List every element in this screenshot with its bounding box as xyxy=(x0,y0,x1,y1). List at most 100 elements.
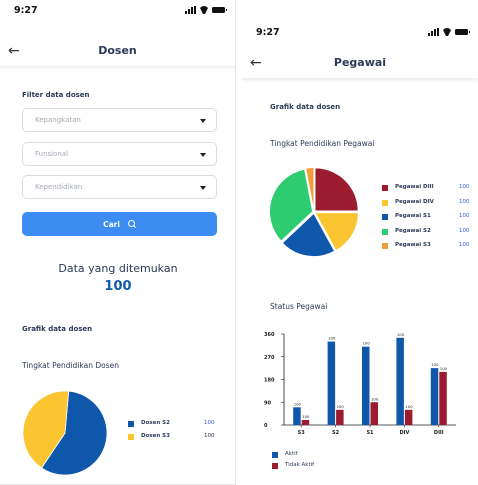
status-icons xyxy=(185,6,227,14)
legend-item: Dosen S2 100 xyxy=(128,420,218,428)
battery-icon xyxy=(212,7,227,13)
bar-aktif-diii xyxy=(430,368,439,425)
bar-data-label: 100 xyxy=(431,362,439,367)
status-time: 9:27 xyxy=(256,27,280,38)
bar-data-label: 100 xyxy=(397,332,405,337)
kependidikan-select[interactable]: Kependidikan xyxy=(22,175,217,199)
legend-label: Tidak Aktif xyxy=(285,462,315,468)
fungsional-select[interactable]: Funsional xyxy=(22,142,217,166)
bar-aktif-s3 xyxy=(293,407,301,425)
legend-value: 100 xyxy=(459,184,470,190)
bar-data-label: 100 xyxy=(371,396,379,401)
x-tick-label: S3 xyxy=(298,430,306,436)
x-tick-label: S1 xyxy=(366,430,374,436)
bar-tidak-aktif-diii xyxy=(439,371,447,425)
y-tick-label: 90 xyxy=(264,400,271,406)
bar-data-label: 100 xyxy=(440,366,448,371)
pegawai-screen: 9:27 ← Pegawai Grafik data dosen Tingkat… xyxy=(242,0,478,485)
page-title: Dosen xyxy=(98,44,137,57)
status-bar: 9:27 xyxy=(242,22,478,44)
legend-value: 100 xyxy=(204,433,215,439)
legend-swatch xyxy=(382,214,388,220)
chart-heading: Grafik data dosen xyxy=(270,103,341,111)
legend-swatch xyxy=(128,421,134,427)
bar-data-label: 100 xyxy=(294,401,302,406)
search-button-label: Cari xyxy=(103,219,120,229)
bar-aktif-div xyxy=(396,337,404,425)
legend-swatch xyxy=(272,463,278,469)
page-title: Pegawai xyxy=(333,56,387,69)
status-bar-chart: 090180270360100100S3100100S2100100S11001… xyxy=(264,332,456,436)
legend-item: Pegawai DIV 100 xyxy=(382,199,472,207)
legend-item-tidak-aktif: Tidak Aktif xyxy=(272,462,352,470)
legend-item: Pegawai S2 100 xyxy=(382,228,472,236)
app-bar: ← Dosen xyxy=(0,35,235,67)
battery-icon xyxy=(455,29,470,35)
bar-tidak-aktif-s2 xyxy=(336,409,344,425)
wifi-icon xyxy=(442,28,452,36)
status-time: 9:27 xyxy=(14,5,38,16)
pie-subtitle: Tingkat Pendidikan Pegawai xyxy=(270,139,375,148)
dropdown-placeholder: Kependidikan xyxy=(35,183,83,191)
legend-item: Dosen S3 100 xyxy=(128,433,218,441)
chart-subtitle: Tingkat Pendidikan Dosen xyxy=(22,361,119,370)
legend-label: Dosen S3 xyxy=(141,433,170,439)
search-button[interactable]: Cari xyxy=(22,212,217,236)
dosen-pie-chart xyxy=(22,390,108,476)
bar-aktif-s2 xyxy=(327,341,336,425)
legend-value: 100 xyxy=(204,420,215,426)
legend-label: Pegawai DIII xyxy=(395,184,434,190)
bar-data-label: 100 xyxy=(337,404,345,409)
pie-slice-pegawai-diii xyxy=(314,167,359,212)
bar-data-label: 100 xyxy=(405,404,413,409)
x-tick-label: DIV xyxy=(399,430,409,436)
legend-value: 100 xyxy=(459,227,470,234)
bar-data-label: 100 xyxy=(302,414,310,419)
result-label: Data yang ditemukan xyxy=(58,262,178,275)
caret-down-icon xyxy=(200,153,206,157)
bar-tidak-aktif-div xyxy=(404,409,413,425)
bar-subtitle: Status Pegawai xyxy=(270,302,328,311)
dosen-screen: 9:27 ← Dosen Filter data dosen Kepangkat… xyxy=(0,0,236,485)
pegawai-pie-chart xyxy=(269,167,359,257)
legend-value: 100 xyxy=(459,198,470,205)
legend-swatch xyxy=(382,185,388,191)
legend-swatch xyxy=(382,228,388,235)
result-count: 100 xyxy=(104,279,132,294)
x-tick-label: DIII xyxy=(434,430,444,436)
legend-label: Pegawai DIV xyxy=(395,198,434,205)
legend-item: Pegawai S3 100 xyxy=(382,242,472,250)
status-bar: 9:27 xyxy=(0,0,235,22)
x-tick-label: S2 xyxy=(332,430,340,436)
legend-item: Pegawai S1 100 xyxy=(382,213,472,221)
legend-label: Aktif xyxy=(285,451,298,457)
caret-down-icon xyxy=(200,119,206,123)
search-icon xyxy=(127,220,136,228)
legend-item: Pegawai DIII 100 xyxy=(382,184,472,192)
legend-label: Pegawai S1 xyxy=(395,213,431,219)
caret-down-icon xyxy=(200,186,206,190)
legend-label: Dosen S2 xyxy=(141,420,170,426)
legend-swatch xyxy=(128,434,134,440)
legend-item-aktif: Aktif xyxy=(272,451,352,459)
wifi-icon xyxy=(199,6,209,14)
kepangkatan-select[interactable]: Kepangkatan xyxy=(22,108,217,132)
y-tick-label: 0 xyxy=(264,423,268,429)
chart-heading: Grafik data dosen xyxy=(22,325,93,333)
y-tick-label: 180 xyxy=(264,378,275,384)
bar-tidak-aktif-s3 xyxy=(301,419,310,425)
y-tick-label: 270 xyxy=(264,355,275,361)
signal-icon xyxy=(428,28,439,36)
legend-swatch xyxy=(272,452,278,458)
y-tick-label: 360 xyxy=(264,332,275,338)
status-icons xyxy=(428,28,470,36)
bar-data-label: 100 xyxy=(328,336,336,341)
legend-label: Pegawai S3 xyxy=(395,242,431,248)
bar-data-label: 100 xyxy=(363,341,371,346)
bar-aktif-s1 xyxy=(362,346,370,425)
legend-swatch xyxy=(382,243,388,249)
bar-tidak-aktif-s1 xyxy=(370,402,378,425)
legend-swatch xyxy=(382,199,388,206)
legend-value: 100 xyxy=(459,213,470,219)
legend-value: 100 xyxy=(459,242,470,248)
